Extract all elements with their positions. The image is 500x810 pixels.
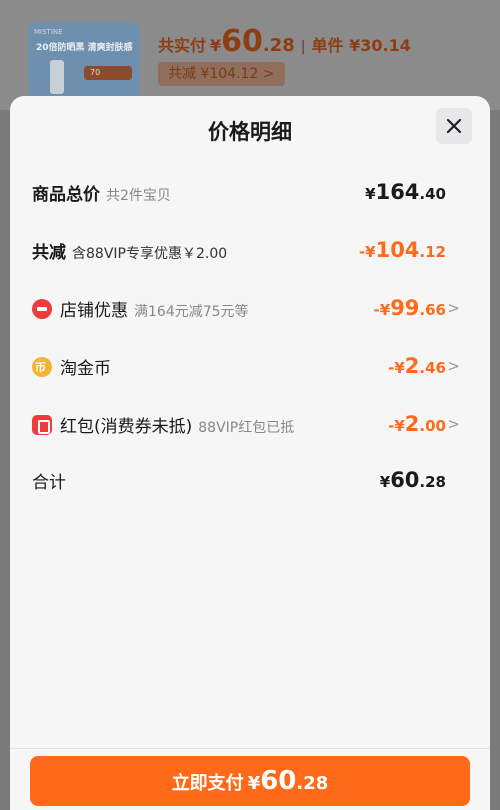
product-brand: MISTINE <box>34 28 63 36</box>
amount-dec: .40 <box>419 185 446 203</box>
pay-int: 60 <box>221 24 263 59</box>
row-label: 店铺优惠 <box>60 300 128 321</box>
row-sum: 合计 ¥60.28 <box>10 460 490 500</box>
row-amount: ¥60.28 <box>380 468 446 492</box>
amount-dec: .12 <box>419 243 446 261</box>
row-amount: ¥164.40 <box>365 180 446 204</box>
row-sub: 共2件宝贝 <box>106 187 171 204</box>
close-button[interactable] <box>436 108 472 144</box>
amount-dec: .28 <box>419 473 446 491</box>
product-bottle-image <box>50 60 64 94</box>
amount-int: 164 <box>375 180 420 204</box>
chevron-right-icon: > <box>447 299 460 317</box>
row-goods-total: 商品总价 共2件宝贝 ¥164.40 <box>10 172 490 212</box>
pay-button-yen: ¥ <box>247 773 261 794</box>
row-amount: -¥2.46 <box>388 354 446 378</box>
background-reduce-link: 共减 ¥104.12 > <box>158 62 285 86</box>
unit-price: 单件 ¥30.14 <box>311 36 411 55</box>
chevron-right-icon: > <box>447 415 460 433</box>
row-amount: -¥99.66 <box>374 296 446 320</box>
row-label: 红包(消费券未抵) <box>60 416 193 437</box>
taojinbi-coin-icon <box>32 356 52 377</box>
product-thumbnail: MISTINE 20倍防晒黑 清爽封肤感 70 <box>28 22 140 98</box>
row-label: 商品总价 <box>32 184 100 205</box>
row-amount: -¥104.12 <box>359 238 446 262</box>
row-taojinbi[interactable]: 淘金币 -¥2.46 > <box>10 346 490 386</box>
amount-dec: .66 <box>419 301 446 319</box>
sheet-title: 价格明细 <box>208 120 292 144</box>
pay-yen: ¥ <box>210 36 222 55</box>
amount-int: 2 <box>404 354 420 378</box>
divider: | <box>300 39 306 55</box>
pay-button-dec: .28 <box>296 773 329 794</box>
amount-int: 99 <box>390 296 420 320</box>
row-label: 合计 <box>32 472 66 493</box>
shop-coupon-icon <box>32 298 52 319</box>
row-label: 共减 <box>32 242 66 263</box>
pay-label: 共实付 <box>158 36 207 55</box>
amount-yen: ¥ <box>365 185 376 203</box>
row-label: 淘金币 <box>60 358 111 379</box>
footer-divider <box>10 748 490 749</box>
amount-yen: -¥ <box>373 301 391 319</box>
pay-button-label: 立即支付 <box>171 773 244 794</box>
row-sub: 含88VIP专享优惠￥2.00 <box>72 245 228 262</box>
red-packet-icon <box>32 414 52 435</box>
row-shop-discount[interactable]: 店铺优惠 满164元减75元等 -¥99.66 > <box>10 288 490 328</box>
row-sub: 满164元减75元等 <box>134 303 249 320</box>
background-pay-total: 共实付 ¥60.28 | 单件 ¥30.14 <box>158 24 411 59</box>
product-price-tag: 70 <box>84 66 132 80</box>
amount-yen: ¥ <box>379 473 391 491</box>
amount-dec: .00 <box>419 417 446 435</box>
amount-yen: -¥ <box>388 359 405 377</box>
background-order-summary: MISTINE 20倍防晒黑 清爽封肤感 70 共实付 ¥60.28 | 单件 ¥30… <box>0 0 500 110</box>
amount-yen: -¥ <box>388 417 405 435</box>
row-amount: -¥2.00 <box>388 412 446 436</box>
product-headline: 20倍防晒黑 清爽封肤感 <box>36 43 133 53</box>
row-sub: 88VIP红包已抵 <box>198 419 295 436</box>
pay-now-button[interactable]: 立即支付 ¥60.28 <box>30 756 470 806</box>
amount-int: 2 <box>404 412 420 436</box>
pay-dec: .28 <box>262 35 295 56</box>
amount-dec: .46 <box>419 359 446 377</box>
amount-int: 104 <box>375 238 420 262</box>
pay-button-int: 60 <box>260 766 297 796</box>
amount-int: 60 <box>390 468 420 492</box>
amount-yen: -¥ <box>358 243 376 261</box>
row-red-packet[interactable]: 红包(消费券未抵) 88VIP红包已抵 -¥2.00 > <box>10 404 490 444</box>
row-total-discount: 共减 含88VIP专享优惠￥2.00 -¥104.12 <box>10 230 490 270</box>
close-icon <box>446 118 462 134</box>
chevron-right-icon: > <box>447 357 460 375</box>
price-detail-sheet: 价格明细 商品总价 共2件宝贝 ¥164.40 共减 含88VIP专享优惠￥2.… <box>10 96 490 810</box>
